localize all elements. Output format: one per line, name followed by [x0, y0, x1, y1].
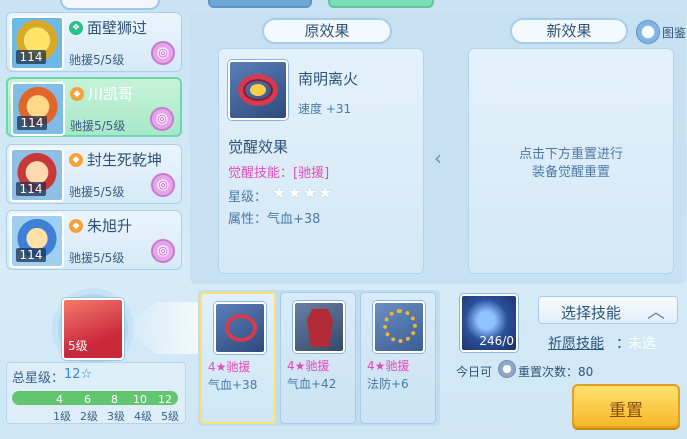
armor-icon [293, 301, 345, 353]
wish-skill-label[interactable]: 祈愿技能 [548, 333, 604, 353]
character-row-selected[interactable]: 114 ◆ 川凯哥 驰援5/5级 ◎ [6, 77, 182, 137]
equipment-card-selected[interactable]: 4★驰援 气血+38 [200, 292, 276, 424]
guide-label: 图鉴 [662, 26, 687, 40]
star-tick: 4 [56, 393, 63, 406]
character-level: 114 [16, 182, 46, 196]
star-tick: 6 [84, 393, 91, 406]
awaken-stars: ★★★★ [272, 183, 334, 202]
character-name: 面壁狮过 [87, 19, 148, 37]
card-stat: 气血+38 [208, 378, 258, 392]
character-row[interactable]: 114 ◆ 封生死乾坤 驰援5/5级 ◎ [6, 144, 182, 204]
rank-badge-icon: ◆ [70, 87, 84, 101]
character-assist-level: 驰援5/5级 [69, 185, 125, 199]
rank-badge-icon: ◆ [69, 219, 83, 233]
wish-skill-value: 未选 [628, 336, 656, 352]
today-label: 今日可 [456, 365, 493, 379]
star-summary-value: 12☆ [64, 367, 93, 382]
star-level-label: 3级 [107, 410, 125, 423]
bracelet-gem [250, 84, 266, 96]
awaken-slot-level: 5级 [68, 339, 88, 353]
reset-button-label: 重置 [609, 401, 643, 421]
top-tab-left[interactable] [208, 0, 312, 8]
star-level-label: 2级 [80, 410, 98, 423]
equipment-name: 南明离火 [298, 70, 359, 88]
rank-badge-icon: ❖ [69, 21, 83, 35]
equipment-card[interactable]: 4★驰援 法防+6 [360, 292, 436, 424]
equipment-stat: 速度 +31 [298, 102, 352, 116]
star-progress-fill [13, 392, 177, 404]
star-tick: 10 [133, 393, 147, 406]
character-list: 114 ❖ 面壁狮过 驰援5/5级 ◎ 114 ◆ 川凯哥 驰援5/5级 ◎ 1… [0, 10, 188, 272]
slot-arrow [126, 302, 200, 354]
star-tick: 12 [158, 393, 172, 406]
element-icon: ◎ [150, 107, 174, 131]
refresh-icon [498, 360, 516, 378]
orb-count: 246/0 [479, 334, 514, 348]
new-effect-header: 新效果 [510, 18, 628, 44]
character-row[interactable]: 114 ◆ 朱旭升 驰援5/5级 ◎ [6, 210, 182, 270]
guide-button[interactable]: 图鉴 [636, 20, 687, 44]
card-skill-tag: 4★驰援 [208, 360, 251, 374]
character-assist-level: 驰援5/5级 [69, 251, 125, 265]
guide-book-icon [636, 20, 660, 44]
character-portrait: 114 [10, 214, 64, 268]
character-assist-level: 驰援5/5级 [70, 119, 126, 133]
element-icon: ◎ [151, 41, 175, 65]
character-row[interactable]: 114 ❖ 面壁狮过 驰援5/5级 ◎ [6, 12, 182, 72]
star-tick: 8 [111, 393, 118, 406]
awaken-effect-title: 觉醒效果 [228, 138, 289, 156]
awaken-skill: 觉醒技能：[驰援] [228, 166, 330, 181]
character-portrait: 114 [11, 82, 65, 136]
awaken-star-label: 星级： [228, 190, 268, 205]
character-name: 封生死乾坤 [87, 151, 163, 169]
necklace-icon [373, 301, 425, 353]
star-progress-bar [12, 391, 178, 405]
character-level: 114 [16, 248, 46, 262]
equipment-icon [228, 60, 288, 120]
character-portrait: 114 [10, 148, 64, 202]
character-level: 114 [16, 50, 46, 64]
compare-chevron-icon: ‹ [434, 146, 442, 170]
reset-count: 重置次数：80 [518, 365, 594, 379]
star-level-label: 5级 [161, 410, 179, 423]
original-effect-header: 原效果 [262, 18, 392, 44]
select-skill-dropdown[interactable]: 选择技能 ︿ [538, 296, 678, 324]
reset-material-orb-icon: 246/0 [460, 294, 518, 352]
element-icon: ◎ [151, 173, 175, 197]
card-stat: 气血+42 [287, 377, 337, 391]
rank-badge-icon: ◆ [69, 153, 83, 167]
reset-button[interactable]: 重置 [572, 384, 680, 428]
awaken-slot[interactable]: 5级 [62, 298, 124, 360]
awaken-attribute: 属性：气血+38 [228, 212, 321, 227]
star-level-label: 1级 [53, 410, 71, 423]
chevron-up-icon: ︿ [647, 302, 665, 323]
character-assist-level: 驰援5/5级 [69, 53, 125, 67]
character-level: 114 [17, 116, 47, 130]
new-effect-hint: 点击下方重置进行 装备觉醒重置 [518, 147, 623, 180]
top-tab-right[interactable] [328, 0, 434, 8]
card-stat: 法防+6 [367, 377, 409, 391]
character-portrait: 114 [10, 16, 64, 70]
equipment-card[interactable]: 4★驰援 气血+42 [280, 292, 356, 424]
select-skill-label: 选择技能 [561, 304, 622, 322]
element-icon: ◎ [151, 239, 175, 263]
star-summary-title: 总星级： [12, 371, 65, 386]
star-level-label: 4级 [134, 410, 152, 423]
character-name: 川凯哥 [88, 85, 134, 103]
card-skill-tag: 4★驰援 [287, 359, 330, 373]
bracelet-icon [214, 302, 266, 354]
character-name: 朱旭升 [87, 217, 133, 235]
list-title-tab [60, 0, 160, 10]
card-skill-tag: 4★驰援 [367, 359, 410, 373]
